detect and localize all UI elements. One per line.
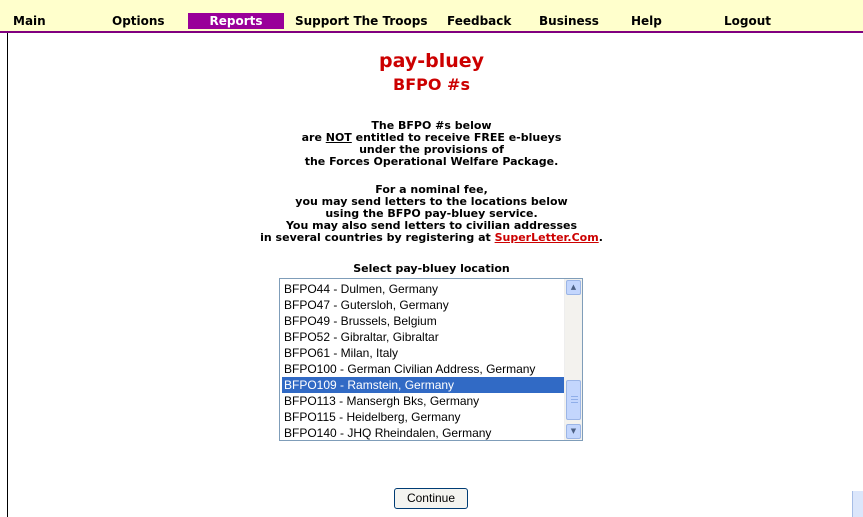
notice-line-4: the Forces Operational Welfare Package. bbox=[304, 155, 559, 168]
location-select-label: Select pay-bluey location bbox=[353, 262, 510, 275]
nav-reports-link[interactable]: Reports bbox=[188, 13, 284, 29]
page-title: pay-bluey bbox=[378, 50, 485, 72]
scrollbar-thumb[interactable] bbox=[566, 380, 581, 420]
window-scrollbar-edge[interactable] bbox=[852, 491, 863, 517]
page-subtitle: BFPO #s bbox=[393, 75, 470, 94]
location-option[interactable]: BFPO113 - Mansergh Bks, Germany bbox=[282, 393, 564, 409]
scroll-up-arrow-icon[interactable]: ▲ bbox=[566, 280, 581, 295]
nav-options-link[interactable]: Options bbox=[112, 13, 172, 29]
fee-information-text: For a nominal fee, you may send letters … bbox=[0, 184, 863, 244]
left-border-line bbox=[7, 33, 8, 517]
location-option[interactable]: BFPO100 - German Civilian Address, Germa… bbox=[282, 361, 564, 377]
listbox-scrollbar[interactable]: ▲ ▼ bbox=[564, 279, 582, 440]
location-option[interactable]: BFPO44 - Dulmen, Germany bbox=[282, 281, 564, 297]
location-option[interactable]: BFPO49 - Brussels, Belgium bbox=[282, 313, 564, 329]
nav-business-link[interactable]: Business bbox=[539, 13, 603, 29]
location-option[interactable]: BFPO52 - Gibraltar, Gibraltar bbox=[282, 329, 564, 345]
nav-support-the-troops-link[interactable]: Support The Troops bbox=[295, 13, 435, 29]
location-listbox[interactable]: BFPO44 - Dulmen, Germany BFPO47 - Guters… bbox=[279, 278, 583, 441]
nav-feedback-link[interactable]: Feedback bbox=[447, 13, 517, 29]
not-entitled-notice: The BFPO #s below are NOT entitled to re… bbox=[0, 120, 863, 168]
notice-emphasis-not: NOT bbox=[325, 131, 352, 144]
nav-main-link[interactable]: Main bbox=[13, 13, 49, 29]
location-option[interactable]: BFPO61 - Milan, Italy bbox=[282, 345, 564, 361]
fee-line-5: in several countries by registering at S… bbox=[0, 232, 863, 244]
location-option[interactable]: BFPO47 - Gutersloh, Germany bbox=[282, 297, 564, 313]
fee-line-5-post: . bbox=[598, 231, 603, 244]
continue-button[interactable]: Continue bbox=[394, 488, 468, 509]
location-option-selected[interactable]: BFPO109 - Ramstein, Germany bbox=[282, 377, 564, 393]
fee-line-5-pre: in several countries by registering at bbox=[260, 231, 495, 244]
superletter-link[interactable]: SuperLetter.Com bbox=[495, 231, 599, 244]
notice-line-2-pre: are bbox=[301, 131, 326, 144]
scroll-down-arrow-icon[interactable]: ▼ bbox=[566, 424, 581, 439]
location-option[interactable]: BFPO140 - JHQ Rheindalen, Germany bbox=[282, 425, 564, 440]
top-navigation-bar: Main Options Reports Support The Troops … bbox=[0, 0, 863, 33]
nav-logout-link[interactable]: Logout bbox=[724, 13, 774, 29]
nav-help-link[interactable]: Help bbox=[631, 13, 665, 29]
location-option[interactable]: BFPO115 - Heidelberg, Germany bbox=[282, 409, 564, 425]
